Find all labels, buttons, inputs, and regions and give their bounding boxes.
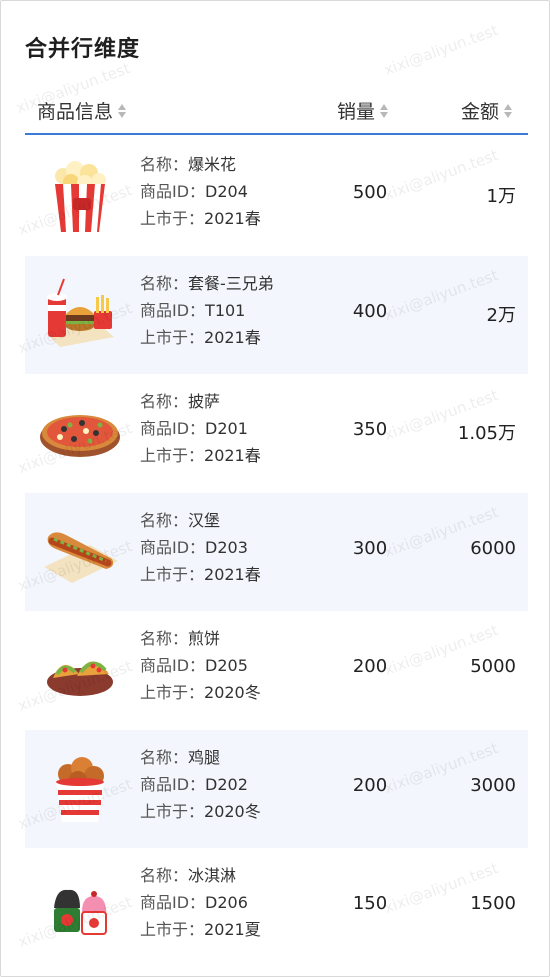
fried-chicken-icon [37,748,123,830]
amount-value: 5000 [470,656,516,677]
popcorn-icon [37,155,123,237]
product-id: D201 [205,419,248,438]
sort-icon[interactable] [118,103,127,118]
table-header: 商品信息 销量 金额 [25,87,528,135]
product-id: D203 [205,537,248,557]
product-info: 名称：披萨 商品ID：D201 上市于：2021春 [140,392,261,465]
table-row[interactable]: 名称：鸡腿 商品ID：D202 上市于：2020冬 200 3000 [25,729,528,848]
column-header-label: 金额 [461,101,500,123]
hotdog-icon [37,511,123,593]
product-launch: 2021夏 [204,920,261,939]
product-launch: 2020冬 [204,801,261,821]
amount-value: 1500 [470,893,516,914]
product-id: D204 [205,182,248,201]
product-launch: 2021春 [204,209,261,228]
product-launch: 2020冬 [204,683,261,702]
sales-value: 400 [352,300,388,322]
product-name: 鸡腿 [188,747,221,767]
table-row[interactable]: 名称：披萨 商品ID：D201 上市于：2021春 350 1.05万 [25,374,528,493]
sales-value: 500 [352,182,388,203]
product-launch: 2021春 [204,446,261,465]
column-header-amount[interactable]: 金额 [461,97,513,124]
product-id: D205 [205,656,248,675]
product-id: D206 [205,893,248,912]
product-name: 爆米花 [188,155,237,174]
product-launch: 2021春 [204,327,261,347]
product-launch: 2021春 [204,564,261,584]
product-info: 名称：鸡腿 商品ID：D202 上市于：2020冬 [140,747,261,821]
watermark: xixi@aliyun.test [381,21,501,79]
column-header-label: 商品信息 [37,101,114,123]
sales-value: 350 [352,419,388,440]
product-name: 冰淇淋 [188,866,237,885]
table-row[interactable]: 名称：汉堡 商品ID：D203 上市于：2021春 300 6000 [25,492,528,611]
product-name: 煎饼 [188,629,221,648]
sales-value: 150 [352,893,388,914]
sort-icon[interactable] [504,103,513,118]
table-body: 名称：爆米花 商品ID：D204 上市于：2021春 500 1万 名称：套餐-… [25,137,528,967]
amount-value: 1.05万 [457,423,516,444]
amount-value: 3000 [470,774,516,796]
product-info: 名称：冰淇淋 商品ID：D206 上市于：2021夏 [140,866,261,939]
column-header-product[interactable]: 商品信息 [37,97,127,124]
sales-value: 300 [352,537,388,559]
page-title: 合并行维度 [25,37,141,62]
table-row[interactable]: 名称：爆米花 商品ID：D204 上市于：2021春 500 1万 [25,137,528,256]
amount-value: 2万 [486,304,516,326]
product-info: 名称：套餐-三兄弟 商品ID：T101 上市于：2021春 [140,273,274,347]
ice-cream-icon [37,866,123,948]
pizza-icon [37,392,123,474]
combo-meal-icon [37,274,123,356]
product-name: 套餐-三兄弟 [188,273,274,293]
table-row[interactable]: 名称：套餐-三兄弟 商品ID：T101 上市于：2021春 400 2万 [25,255,528,374]
product-info: 名称：爆米花 商品ID：D204 上市于：2021春 [140,155,261,228]
table-row[interactable]: 名称：煎饼 商品ID：D205 上市于：2020冬 200 5000 [25,611,528,730]
table-row[interactable]: 名称：冰淇淋 商品ID：D206 上市于：2021夏 150 1500 [25,848,528,967]
product-name: 汉堡 [188,510,221,530]
sales-value: 200 [352,774,388,796]
table-card: 合并行维度 商品信息 销量 金额 名称：爆米花 商品ID：D204 上市于：20… [0,0,550,977]
sales-value: 200 [352,656,388,677]
product-name: 披萨 [188,392,221,411]
sort-icon[interactable] [380,103,389,118]
product-id: D202 [205,774,248,794]
column-header-label: 销量 [337,101,376,123]
product-info: 名称：煎饼 商品ID：D205 上市于：2020冬 [140,629,261,702]
amount-value: 6000 [470,537,516,559]
product-info: 名称：汉堡 商品ID：D203 上市于：2021春 [140,510,261,584]
amount-value: 1万 [486,186,516,207]
taco-icon [37,629,123,711]
column-header-sales[interactable]: 销量 [337,97,389,124]
product-id: T101 [205,300,246,320]
